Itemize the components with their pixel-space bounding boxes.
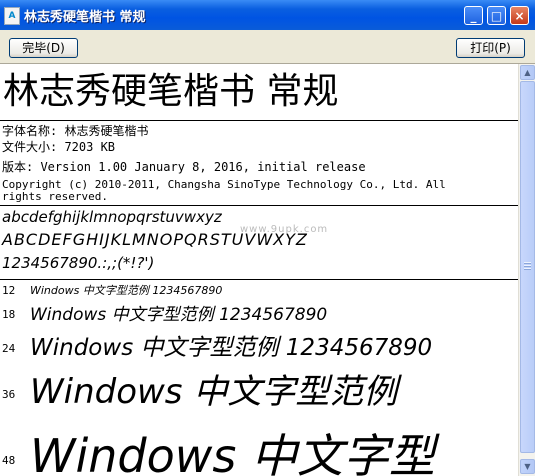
done-button[interactable]: 完毕(D) <box>9 38 78 58</box>
size-sample-row: 18 Windows 中文字型范例 1234567890 <box>0 300 518 325</box>
size-sample-text: Windows 中文字型 <box>30 429 435 476</box>
size-sample-text: Windows 中文字型范例 1234567890 <box>30 284 223 297</box>
size-sample-row: 36 Windows 中文字型范例 <box>0 364 518 414</box>
font-file-icon: A <box>4 7 20 25</box>
maximize-button[interactable]: □ <box>487 6 506 25</box>
print-button[interactable]: 打印(P) <box>456 38 525 58</box>
font-heading: 林志秀硬笔楷书 常规 <box>3 71 339 112</box>
scroll-down-arrow-icon[interactable]: ▼ <box>520 459 535 474</box>
divider <box>0 279 518 280</box>
version-info: 版本: Version 1.00 January 8, 2016, initia… <box>2 160 366 174</box>
lowercase-sample: abcdefghijklmnopqrstuvwxyz <box>2 208 222 226</box>
size-label: 12 <box>2 284 16 297</box>
scrollbar-thumb[interactable] <box>520 81 535 453</box>
divider <box>0 205 518 206</box>
divider <box>0 120 518 121</box>
size-sample-row: 48 Windows 中文字型 <box>0 420 518 476</box>
font-viewer-window: A 林志秀硬笔楷书 常规 _ □ × 完毕(D) 打印(P) 林志秀硬笔楷书 常… <box>0 0 535 476</box>
file-size-info: 文件大小: 7203 KB <box>2 140 116 154</box>
thumb-grip <box>524 262 531 264</box>
watermark: www.9upk.com <box>240 224 329 235</box>
size-sample-text: Windows 中文字型范例 <box>30 372 398 412</box>
font-preview-area: 林志秀硬笔楷书 常规 字体名称: 林志秀硬笔楷书 文件大小: 7203 KB 版… <box>0 64 518 476</box>
size-sample-text: Windows 中文字型范例 1234567890 <box>30 335 433 361</box>
digits-sample: 1234567890.:,;(*!?') <box>2 254 155 272</box>
size-label: 36 <box>2 388 16 401</box>
copyright-info-line2: rights reserved. <box>2 190 108 203</box>
size-label: 24 <box>2 342 16 355</box>
minimize-button[interactable]: _ <box>464 6 483 25</box>
close-button[interactable]: × <box>510 6 529 25</box>
scroll-up-arrow-icon[interactable]: ▲ <box>520 65 535 80</box>
size-label: 48 <box>2 454 16 467</box>
window-title: 林志秀硬笔楷书 常规 <box>24 10 146 25</box>
title-bar[interactable]: A 林志秀硬笔楷书 常规 _ □ × <box>0 0 535 30</box>
size-sample-text: Windows 中文字型范例 1234567890 <box>30 305 328 325</box>
size-sample-row: 12 Windows 中文字型范例 1234567890 <box>0 282 518 298</box>
thumb-grip <box>524 265 531 267</box>
thumb-grip <box>524 268 531 270</box>
font-name-info: 字体名称: 林志秀硬笔楷书 <box>2 124 149 138</box>
size-label: 18 <box>2 308 16 321</box>
size-sample-row: 24 Windows 中文字型范例 1234567890 <box>0 328 518 362</box>
toolbar: 完毕(D) 打印(P) <box>0 30 535 64</box>
vertical-scrollbar[interactable]: ▲ ▼ <box>518 64 535 476</box>
